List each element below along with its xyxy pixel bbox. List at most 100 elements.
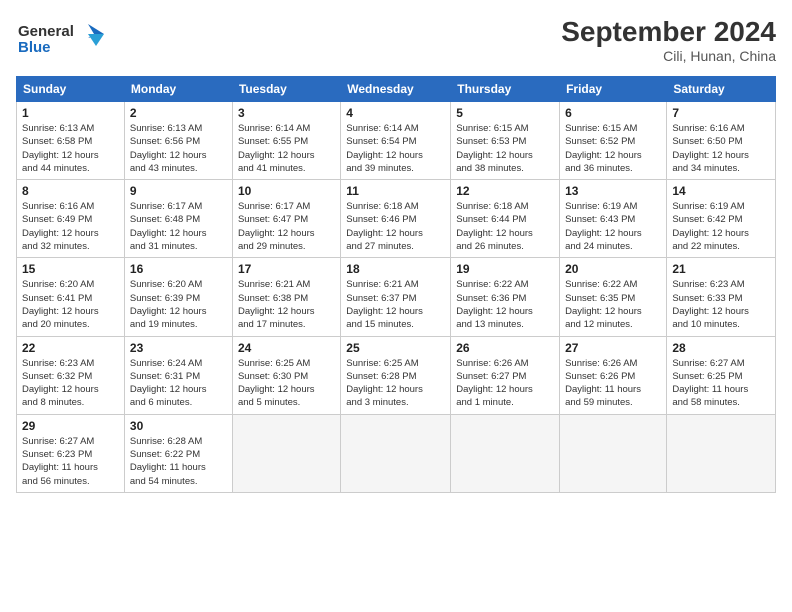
month-title: September 2024 xyxy=(561,16,776,48)
day-info: Sunrise: 6:22 AM Sunset: 6:36 PM Dayligh… xyxy=(456,278,554,331)
day-info: Sunrise: 6:23 AM Sunset: 6:33 PM Dayligh… xyxy=(672,278,770,331)
day-info: Sunrise: 6:28 AM Sunset: 6:22 PM Dayligh… xyxy=(130,435,227,488)
table-row: 20 Sunrise: 6:22 AM Sunset: 6:35 PM Dayli… xyxy=(560,258,667,336)
day-info: Sunrise: 6:15 AM Sunset: 6:53 PM Dayligh… xyxy=(456,122,554,175)
day-info: Sunrise: 6:26 AM Sunset: 6:26 PM Dayligh… xyxy=(565,357,661,410)
day-number: 3 xyxy=(238,106,335,120)
day-number: 20 xyxy=(565,262,661,276)
day-number: 2 xyxy=(130,106,227,120)
table-row: 8 Sunrise: 6:16 AM Sunset: 6:49 PM Daylig… xyxy=(17,180,125,258)
col-monday: Monday xyxy=(124,77,232,102)
day-number: 8 xyxy=(22,184,119,198)
logo: General Blue xyxy=(16,16,106,66)
day-info: Sunrise: 6:27 AM Sunset: 6:25 PM Dayligh… xyxy=(672,357,770,410)
table-row: 26Sunrise: 6:26 AM Sunset: 6:27 PM Dayli… xyxy=(451,336,560,414)
day-number: 7 xyxy=(672,106,770,120)
day-number: 18 xyxy=(346,262,445,276)
day-info: Sunrise: 6:25 AM Sunset: 6:30 PM Dayligh… xyxy=(238,357,335,410)
day-number: 14 xyxy=(672,184,770,198)
calendar-header-row: Sunday Monday Tuesday Wednesday Thursday… xyxy=(17,77,776,102)
table-row: 14 Sunrise: 6:19 AM Sunset: 6:42 PM Dayli… xyxy=(667,180,776,258)
logo-svg: General Blue xyxy=(16,16,106,61)
table-row: 12 Sunrise: 6:18 AM Sunset: 6:44 PM Dayli… xyxy=(451,180,560,258)
table-row: 30 Sunrise: 6:28 AM Sunset: 6:22 PM Dayli… xyxy=(124,414,232,492)
table-row xyxy=(451,414,560,492)
day-info: Sunrise: 6:14 AM Sunset: 6:54 PM Dayligh… xyxy=(346,122,445,175)
day-number: 1 xyxy=(22,106,119,120)
day-number: 13 xyxy=(565,184,661,198)
day-number: 29 xyxy=(22,419,119,433)
table-row xyxy=(667,414,776,492)
table-row xyxy=(560,414,667,492)
table-row: 28 Sunrise: 6:27 AM Sunset: 6:25 PM Dayli… xyxy=(667,336,776,414)
day-number: 12 xyxy=(456,184,554,198)
location-subtitle: Cili, Hunan, China xyxy=(561,48,776,64)
table-row: 1Sunrise: 6:13 AM Sunset: 6:58 PM Daylig… xyxy=(17,102,125,180)
table-row: 15 Sunrise: 6:20 AM Sunset: 6:41 PM Dayli… xyxy=(17,258,125,336)
col-friday: Friday xyxy=(560,77,667,102)
day-number: 19 xyxy=(456,262,554,276)
table-row: 11 Sunrise: 6:18 AM Sunset: 6:46 PM Dayli… xyxy=(341,180,451,258)
day-info: Sunrise: 6:25 AM Sunset: 6:28 PM Dayligh… xyxy=(346,357,445,410)
table-row: 3 Sunrise: 6:14 AM Sunset: 6:55 PM Daylig… xyxy=(232,102,340,180)
day-info: Sunrise: 6:24 AM Sunset: 6:31 PM Dayligh… xyxy=(130,357,227,410)
table-row: 18Sunrise: 6:21 AM Sunset: 6:37 PM Dayli… xyxy=(341,258,451,336)
day-number: 16 xyxy=(130,262,227,276)
day-number: 28 xyxy=(672,341,770,355)
table-row: 21 Sunrise: 6:23 AM Sunset: 6:33 PM Dayli… xyxy=(667,258,776,336)
table-row: 22 Sunrise: 6:23 AM Sunset: 6:32 PM Dayli… xyxy=(17,336,125,414)
day-number: 30 xyxy=(130,419,227,433)
day-info: Sunrise: 6:15 AM Sunset: 6:52 PM Dayligh… xyxy=(565,122,661,175)
day-number: 27 xyxy=(565,341,661,355)
svg-text:General: General xyxy=(18,23,74,40)
table-row: 4 Sunrise: 6:14 AM Sunset: 6:54 PM Daylig… xyxy=(341,102,451,180)
table-row: 9Sunrise: 6:17 AM Sunset: 6:48 PM Daylig… xyxy=(124,180,232,258)
day-info: Sunrise: 6:19 AM Sunset: 6:42 PM Dayligh… xyxy=(672,200,770,253)
day-info: Sunrise: 6:23 AM Sunset: 6:32 PM Dayligh… xyxy=(22,357,119,410)
day-number: 6 xyxy=(565,106,661,120)
calendar-week-row: 1Sunrise: 6:13 AM Sunset: 6:58 PM Daylig… xyxy=(17,102,776,180)
day-info: Sunrise: 6:21 AM Sunset: 6:38 PM Dayligh… xyxy=(238,278,335,331)
day-info: Sunrise: 6:18 AM Sunset: 6:46 PM Dayligh… xyxy=(346,200,445,253)
day-info: Sunrise: 6:16 AM Sunset: 6:49 PM Dayligh… xyxy=(22,200,119,253)
table-row: 23Sunrise: 6:24 AM Sunset: 6:31 PM Dayli… xyxy=(124,336,232,414)
table-row: 16 Sunrise: 6:20 AM Sunset: 6:39 PM Dayli… xyxy=(124,258,232,336)
table-row: 6 Sunrise: 6:15 AM Sunset: 6:52 PM Daylig… xyxy=(560,102,667,180)
day-info: Sunrise: 6:22 AM Sunset: 6:35 PM Dayligh… xyxy=(565,278,661,331)
table-row: 10Sunrise: 6:17 AM Sunset: 6:47 PM Dayli… xyxy=(232,180,340,258)
table-row xyxy=(341,414,451,492)
day-info: Sunrise: 6:16 AM Sunset: 6:50 PM Dayligh… xyxy=(672,122,770,175)
day-number: 17 xyxy=(238,262,335,276)
day-info: Sunrise: 6:17 AM Sunset: 6:48 PM Dayligh… xyxy=(130,200,227,253)
col-saturday: Saturday xyxy=(667,77,776,102)
day-info: Sunrise: 6:27 AM Sunset: 6:23 PM Dayligh… xyxy=(22,435,119,488)
day-number: 4 xyxy=(346,106,445,120)
day-number: 25 xyxy=(346,341,445,355)
page-container: General Blue September 2024 Cili, Hunan,… xyxy=(0,0,792,501)
table-row: 19 Sunrise: 6:22 AM Sunset: 6:36 PM Dayli… xyxy=(451,258,560,336)
day-number: 11 xyxy=(346,184,445,198)
calendar-week-row: 8 Sunrise: 6:16 AM Sunset: 6:49 PM Daylig… xyxy=(17,180,776,258)
table-row xyxy=(232,414,340,492)
calendar-week-row: 22 Sunrise: 6:23 AM Sunset: 6:32 PM Dayli… xyxy=(17,336,776,414)
table-row: 5Sunrise: 6:15 AM Sunset: 6:53 PM Daylig… xyxy=(451,102,560,180)
table-row: 24Sunrise: 6:25 AM Sunset: 6:30 PM Dayli… xyxy=(232,336,340,414)
col-wednesday: Wednesday xyxy=(341,77,451,102)
table-row: 2Sunrise: 6:13 AM Sunset: 6:56 PM Daylig… xyxy=(124,102,232,180)
day-info: Sunrise: 6:14 AM Sunset: 6:55 PM Dayligh… xyxy=(238,122,335,175)
day-number: 22 xyxy=(22,341,119,355)
day-info: Sunrise: 6:19 AM Sunset: 6:43 PM Dayligh… xyxy=(565,200,661,253)
col-thursday: Thursday xyxy=(451,77,560,102)
day-number: 21 xyxy=(672,262,770,276)
day-number: 15 xyxy=(22,262,119,276)
table-row: 25 Sunrise: 6:25 AM Sunset: 6:28 PM Dayli… xyxy=(341,336,451,414)
day-info: Sunrise: 6:18 AM Sunset: 6:44 PM Dayligh… xyxy=(456,200,554,253)
logo-block: General Blue xyxy=(16,16,106,66)
day-info: Sunrise: 6:20 AM Sunset: 6:39 PM Dayligh… xyxy=(130,278,227,331)
day-number: 10 xyxy=(238,184,335,198)
col-tuesday: Tuesday xyxy=(232,77,340,102)
svg-text:Blue: Blue xyxy=(18,39,51,56)
header: General Blue September 2024 Cili, Hunan,… xyxy=(16,16,776,66)
day-info: Sunrise: 6:20 AM Sunset: 6:41 PM Dayligh… xyxy=(22,278,119,331)
calendar-table: Sunday Monday Tuesday Wednesday Thursday… xyxy=(16,76,776,493)
